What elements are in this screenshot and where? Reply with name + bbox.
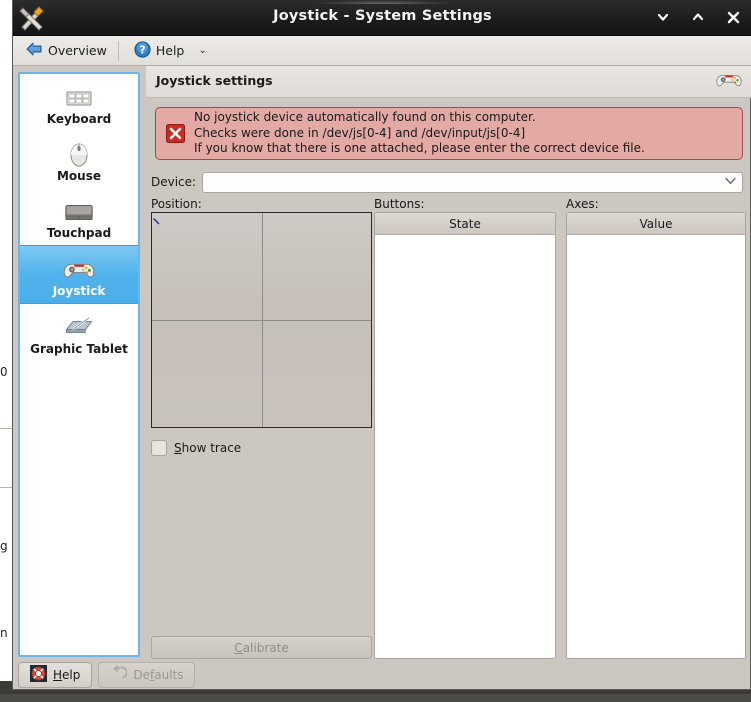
graphic-tablet-icon bbox=[62, 310, 96, 340]
position-group bbox=[151, 212, 375, 432]
help-button-accel: H bbox=[53, 668, 63, 682]
help-toolbar-button[interactable]: ? Help bbox=[126, 39, 193, 63]
window-drop-shadow-2 bbox=[0, 694, 751, 702]
mouse-icon bbox=[62, 137, 96, 167]
axes-list-body[interactable] bbox=[567, 235, 745, 658]
show-trace-checkbox[interactable] bbox=[151, 440, 167, 456]
help-button-label: Help bbox=[53, 668, 80, 682]
system-settings-window: Joystick - System Settings Overview ? He… bbox=[12, 0, 751, 690]
sidebar-item-label: Touchpad bbox=[46, 225, 112, 240]
show-trace-rest: how trace bbox=[181, 441, 242, 455]
position-horizontal-axis bbox=[152, 320, 371, 321]
device-combobox[interactable] bbox=[202, 171, 743, 193]
window-controls bbox=[652, 6, 744, 28]
undo-arrow-icon bbox=[110, 665, 129, 685]
chevron-down-icon[interactable] bbox=[652, 6, 674, 28]
position-marker-icon bbox=[153, 214, 160, 225]
window-title: Joystick - System Settings bbox=[273, 8, 492, 24]
buttons-column-header: State bbox=[375, 213, 555, 235]
error-message-box: No joystick device automatically found o… bbox=[155, 107, 743, 160]
sidebar-item-label: Mouse bbox=[56, 168, 101, 183]
error-message-text: No joystick device automatically found o… bbox=[194, 110, 645, 157]
settings-pane: Joystick settings No joystick device aut… bbox=[146, 66, 751, 659]
sidebar-item-touchpad[interactable]: Touchpad bbox=[20, 188, 138, 245]
position-label: Position: bbox=[151, 197, 202, 211]
overview-label: Overview bbox=[48, 43, 107, 58]
sidebar: Keyboard Mouse Touchpad Joystick Graphic… bbox=[18, 72, 140, 657]
error-line-2: Checks were done in /dev/js[0-4] and /de… bbox=[194, 125, 526, 140]
help-question-icon: ? bbox=[134, 40, 151, 61]
keyboard-icon bbox=[62, 80, 96, 110]
help-label: Help bbox=[155, 43, 185, 58]
chevron-down-icon bbox=[725, 177, 736, 188]
lifebuoy-help-icon bbox=[30, 665, 47, 685]
defaults-button[interactable]: Defaults bbox=[98, 662, 196, 688]
sidebar-item-label: Joystick bbox=[52, 283, 106, 298]
show-trace-accel: S bbox=[174, 441, 182, 455]
page-title: Joystick settings bbox=[156, 73, 273, 88]
help-button-rest: elp bbox=[62, 668, 81, 682]
toolbar-overflow-chevron-down-icon[interactable]: ⌄ bbox=[198, 45, 206, 56]
show-trace-row[interactable]: Show trace bbox=[151, 440, 241, 456]
sidebar-item-graphic-tablet[interactable]: Graphic Tablet bbox=[20, 304, 138, 361]
axes-label: Axes: bbox=[566, 197, 599, 211]
titlebar[interactable]: Joystick - System Settings bbox=[13, 0, 751, 36]
footer-button-bar: Help Defaults bbox=[18, 662, 196, 688]
show-trace-label: Show trace bbox=[174, 441, 241, 455]
sidebar-item-joystick[interactable]: Joystick bbox=[20, 245, 138, 304]
defaults-rest: aults bbox=[154, 668, 184, 682]
gamepad-icon bbox=[62, 252, 96, 282]
sidebar-item-keyboard[interactable]: Keyboard bbox=[20, 74, 138, 131]
toolbar: Overview ? Help ⌄ bbox=[13, 36, 751, 66]
device-row: Device: bbox=[146, 171, 751, 193]
position-widget[interactable] bbox=[151, 212, 372, 428]
error-cross-icon bbox=[156, 124, 194, 143]
close-x-icon[interactable] bbox=[722, 6, 744, 28]
calibrate-rest: alibrate bbox=[242, 640, 289, 655]
axes-column-header: Value bbox=[567, 213, 745, 235]
titlebar-highlight bbox=[313, 0, 453, 4]
calibrate-accel: C bbox=[234, 640, 243, 655]
defaults-prefix: De bbox=[133, 668, 150, 682]
back-arrow-icon bbox=[25, 41, 43, 60]
buttons-list-body[interactable] bbox=[375, 235, 555, 658]
buttons-listview[interactable]: State bbox=[374, 212, 556, 659]
gamepad-icon bbox=[715, 69, 743, 95]
error-line-1: No joystick device automatically found o… bbox=[194, 110, 536, 125]
error-line-3: If you know that there is one attached, … bbox=[194, 141, 645, 156]
help-button[interactable]: Help bbox=[18, 662, 93, 688]
calibrate-button[interactable]: Calibrate bbox=[151, 636, 372, 659]
sidebar-item-label: Graphic Tablet bbox=[30, 341, 128, 356]
axes-listview[interactable]: Value bbox=[566, 212, 746, 659]
toolbar-separator bbox=[117, 40, 119, 61]
chevron-up-icon[interactable] bbox=[687, 6, 709, 28]
sidebar-item-label: Keyboard bbox=[46, 111, 112, 126]
svg-text:?: ? bbox=[139, 44, 145, 56]
sidebar-item-mouse[interactable]: Mouse bbox=[20, 131, 138, 188]
device-label: Device: bbox=[151, 175, 197, 189]
touchpad-icon bbox=[62, 194, 96, 224]
pane-header: Joystick settings bbox=[146, 66, 751, 98]
defaults-button-label: Defaults bbox=[133, 668, 183, 682]
buttons-label: Buttons: bbox=[374, 197, 425, 211]
screen: 0 g n e 0 u r bbox=[0, 0, 751, 702]
overview-button[interactable]: Overview bbox=[17, 39, 115, 62]
